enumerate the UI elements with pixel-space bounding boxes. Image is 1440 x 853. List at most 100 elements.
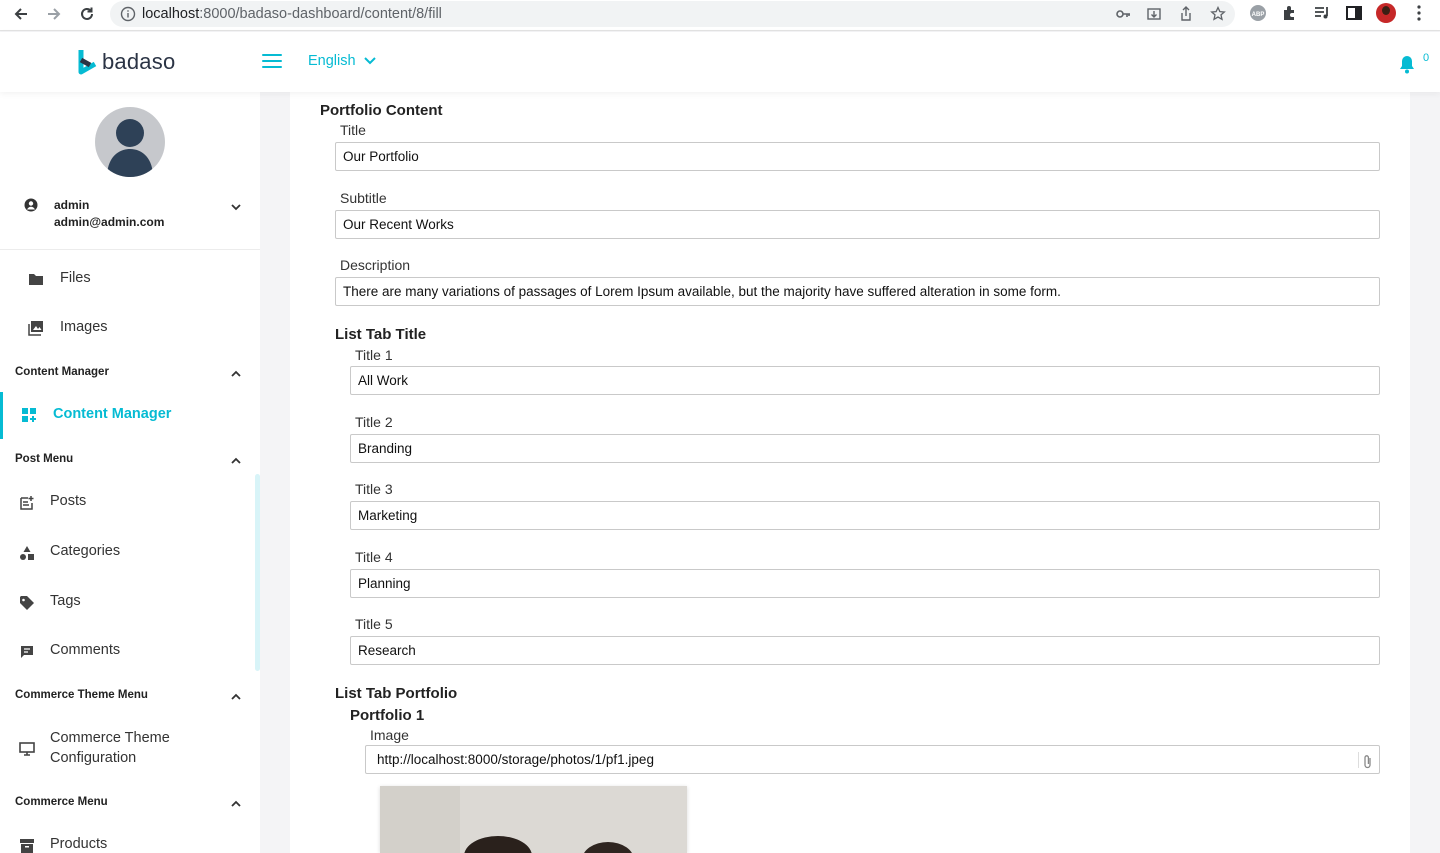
title-input[interactable]: Our Portfolio	[335, 142, 1380, 171]
user-avatar	[95, 107, 165, 177]
language-selector[interactable]: English	[308, 53, 376, 69]
chevron-up-icon[interactable]	[230, 690, 242, 702]
badaso-logo[interactable]: badaso	[78, 48, 175, 76]
group-commerce-menu[interactable]: Commerce Menu	[15, 796, 108, 808]
attach-file-icon[interactable]	[1358, 752, 1374, 769]
menu-toggle-icon[interactable]	[262, 54, 282, 70]
side-panel-icon[interactable]	[1345, 4, 1363, 22]
subtitle-label: Subtitle	[340, 190, 387, 206]
sidebar-item-images[interactable]: Images	[0, 318, 256, 338]
group-content-manager[interactable]: Content Manager	[15, 366, 109, 378]
account-circle-icon	[24, 198, 38, 212]
tab-title-1-input[interactable]: All Work	[350, 366, 1380, 395]
tab-title-3-label: Title 3	[355, 481, 393, 497]
sidebar-item-commerce-theme-configuration[interactable]: Commerce Theme Configuration	[0, 728, 256, 768]
sidebar-item-label: Tags	[50, 593, 81, 609]
sidebar-item-products[interactable]: Products	[0, 835, 256, 853]
sidebar-item-tags[interactable]: Tags	[0, 592, 256, 612]
image-label: Image	[370, 727, 409, 743]
list-tab-portfolio-heading: List Tab Portfolio	[335, 685, 458, 702]
media-control-icon[interactable]	[1313, 4, 1331, 22]
sidebar-item-files[interactable]: Files	[0, 269, 256, 289]
user-menu[interactable]: admin admin@admin.com	[0, 192, 260, 250]
sidebar-item-label: Comments	[50, 642, 121, 658]
tab-title-4-label: Title 4	[355, 549, 393, 565]
tab-title-3-input[interactable]: Marketing	[350, 501, 1380, 530]
image-url-input[interactable]: http://localhost:8000/storage/photos/1/p…	[365, 745, 1380, 774]
browser-toolbar: localhost:8000/badaso-dashboard/content/…	[0, 0, 1440, 31]
chevron-up-icon[interactable]	[230, 454, 242, 466]
group-commerce-theme-menu[interactable]: Commerce Theme Menu	[15, 689, 148, 701]
address-bar[interactable]: localhost:8000/badaso-dashboard/content/…	[110, 1, 1235, 27]
notification-bell-icon[interactable]	[1397, 54, 1417, 74]
folder-icon	[28, 271, 44, 287]
tab-title-5-label: Title 5	[355, 616, 393, 632]
dashboard-grid-icon	[22, 408, 38, 424]
url-host: localhost	[142, 6, 200, 22]
monitor-icon	[19, 741, 35, 757]
post-add-icon	[19, 495, 35, 511]
portfolio-1-heading: Portfolio 1	[350, 707, 425, 724]
tab-title-2-input[interactable]: Branding	[350, 434, 1380, 463]
svg-text:ABP: ABP	[1252, 12, 1265, 18]
badaso-logo-mark-icon	[78, 48, 100, 76]
url-text: localhost:8000/badaso-dashboard/content/…	[142, 6, 442, 22]
user-name: admin	[54, 198, 90, 212]
inventory-box-icon	[19, 838, 35, 853]
sidebar-item-label: Products	[50, 836, 108, 852]
category-shapes-icon	[19, 545, 35, 561]
tab-title-1-label: Title 1	[355, 347, 393, 363]
share-icon[interactable]	[1178, 6, 1194, 22]
language-label: English	[308, 53, 356, 69]
image-preview	[380, 786, 687, 853]
sidebar-item-content-manager[interactable]: Content Manager	[0, 405, 256, 425]
back-icon[interactable]	[10, 3, 32, 25]
section-title: Portfolio Content	[320, 102, 443, 119]
browser-menu-icon[interactable]	[1410, 4, 1428, 22]
group-post-menu[interactable]: Post Menu	[15, 453, 73, 465]
list-tab-title-heading: List Tab Title	[335, 326, 427, 343]
sidebar: admin admin@admin.com Files Images Conte…	[0, 92, 260, 853]
notification-count: 0	[1423, 52, 1430, 64]
subtitle-input[interactable]: Our Recent Works	[335, 210, 1380, 239]
image-url-value: http://localhost:8000/storage/photos/1/p…	[377, 752, 654, 767]
tab-title-2-label: Title 2	[355, 414, 393, 430]
extensions-puzzle-icon[interactable]	[1281, 4, 1299, 22]
chevron-up-icon[interactable]	[230, 367, 242, 379]
sidebar-scrollbar[interactable]	[255, 474, 260, 671]
sidebar-item-comments[interactable]: Comments	[0, 641, 256, 661]
chevron-down-icon	[363, 57, 376, 65]
description-label: Description	[340, 257, 411, 273]
chevron-down-icon[interactable]	[230, 200, 242, 212]
key-icon[interactable]	[1115, 6, 1131, 22]
images-icon	[28, 320, 44, 336]
sidebar-item-label: Categories	[50, 543, 121, 559]
title-label: Title	[340, 122, 366, 138]
app-header: badaso English 0	[0, 32, 1440, 92]
sidebar-item-label: Images	[60, 319, 108, 335]
info-icon[interactable]	[120, 6, 136, 22]
adblock-icon[interactable]: ABP	[1249, 4, 1267, 22]
sidebar-item-posts[interactable]: Posts	[0, 492, 256, 512]
user-email: admin@admin.com	[54, 215, 165, 229]
sidebar-item-label-line2: Configuration	[50, 750, 137, 766]
url-path: :8000/badaso-dashboard/content/8/fill	[199, 6, 442, 22]
tag-icon	[19, 595, 35, 611]
browser-profile-avatar[interactable]	[1376, 3, 1396, 23]
install-icon[interactable]	[1146, 6, 1162, 22]
description-input[interactable]: There are many variations of passages of…	[335, 277, 1380, 306]
reload-icon[interactable]	[76, 3, 98, 25]
content-panel: Portfolio Content Title Our Portfolio Su…	[290, 92, 1410, 853]
sidebar-item-label: Files	[60, 270, 91, 286]
bookmark-star-icon[interactable]	[1210, 5, 1226, 22]
comment-icon	[19, 644, 35, 660]
sidebar-item-label: Content Manager	[53, 406, 172, 422]
forward-icon[interactable]	[43, 3, 65, 25]
tab-title-5-input[interactable]: Research	[350, 636, 1380, 665]
logo-text: badaso	[102, 49, 176, 74]
sidebar-item-categories[interactable]: Categories	[0, 542, 256, 562]
sidebar-item-label: Commerce Theme	[50, 730, 170, 746]
tab-title-4-input[interactable]: Planning	[350, 569, 1380, 598]
chevron-up-icon[interactable]	[230, 797, 242, 809]
sidebar-item-label: Posts	[50, 493, 87, 509]
